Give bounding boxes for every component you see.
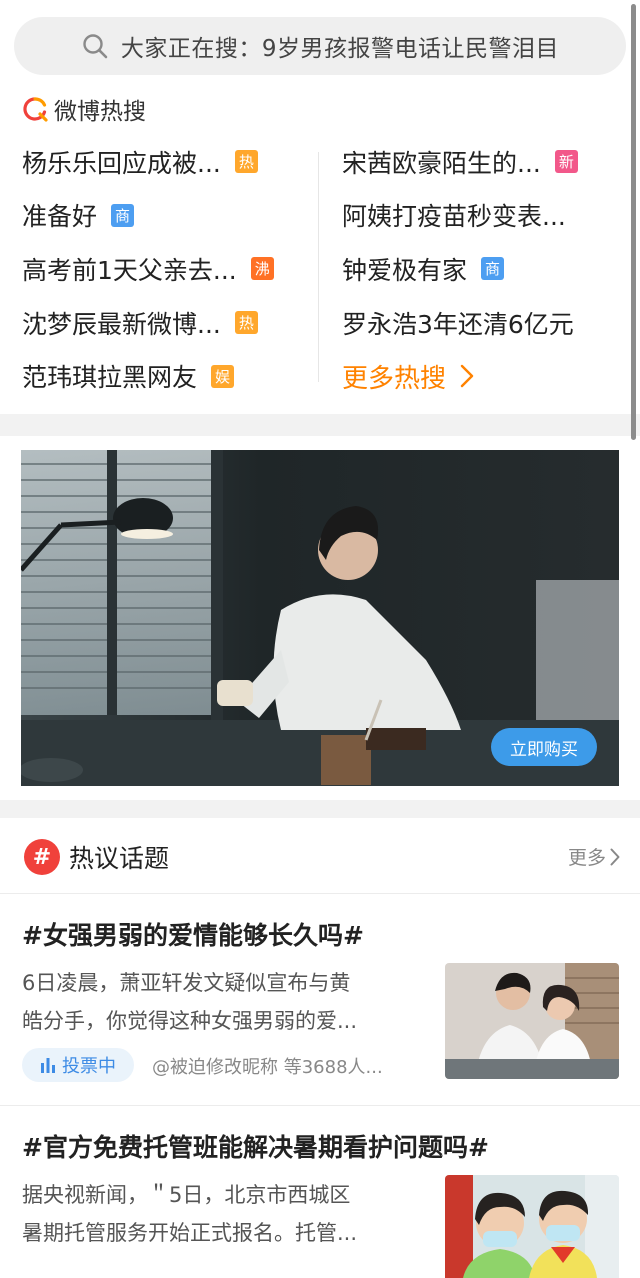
scrollbar[interactable] [631, 4, 636, 440]
boiling-badge: 沸 [250, 257, 274, 281]
hot-search-item-label: 范玮琪拉黑网友 [22, 363, 198, 393]
hot-search-item[interactable]: 宋茜欧豪陌生的... 新 [342, 135, 622, 189]
topic-participants: @被迫修改昵称 等3688人... [152, 1057, 383, 1078]
topic-thumbnail[interactable] [445, 1175, 619, 1278]
bar-chart-icon [41, 1058, 55, 1073]
vote-label: 投票中 [62, 1056, 116, 1077]
hashtag-icon: # [24, 839, 60, 875]
hot-search-item[interactable]: 杨乐乐回应成被... 热 [22, 135, 312, 189]
hot-search-item-label: 沈梦辰最新微博... [22, 309, 221, 339]
hot-search-right-column: 宋茜欧豪陌生的... 新 阿姨打疫苗秒变表... 钟爱极有家 商 罗永浩3年还清… [342, 135, 622, 403]
hot-topics-header: # 热议话题 更多 [0, 818, 640, 894]
topic-description: 6日凌晨，萧亚轩发文疑似宣布与黄 皓分手，你觉得这种女强男弱的爱... [22, 964, 417, 1040]
topic-thumbnail[interactable] [445, 963, 619, 1079]
hot-search-item[interactable]: 罗永浩3年还清6亿元 [342, 296, 622, 350]
hot-search-item[interactable]: 钟爱极有家 商 [342, 242, 622, 296]
topic-title[interactable]: #女强男弱的爱情能够长久吗# [22, 916, 364, 952]
hot-search-item[interactable]: 沈梦辰最新微博... 热 [22, 296, 312, 350]
column-divider [318, 152, 319, 382]
hot-search-item-label: 准备好 [22, 202, 98, 232]
hot-search-item-label: 宋茜欧豪陌生的... [342, 148, 541, 178]
topic-desc-line: 据央视新闻，＂5日，北京市西城区 [22, 1183, 351, 1207]
weibo-hot-search-icon [23, 97, 48, 122]
chevron-right-icon [610, 848, 620, 865]
hot-search-title: 微博热搜 [54, 99, 146, 125]
hot-badge: 热 [234, 150, 258, 174]
couple-photo [445, 963, 619, 1079]
topic-card[interactable]: #女强男弱的爱情能够长久吗# 6日凌晨，萧亚轩发文疑似宣布与黄 皓分手，你觉得这… [0, 894, 640, 1105]
section-divider [0, 800, 640, 818]
hot-search-item[interactable]: 准备好 商 [22, 189, 312, 243]
chevron-right-icon [460, 364, 474, 388]
hot-search-item[interactable]: 高考前1天父亲去... 沸 [22, 242, 312, 296]
section-divider [0, 414, 640, 436]
children-photo [445, 1175, 619, 1278]
voting-badge[interactable]: 投票中 [22, 1048, 134, 1082]
hot-search-item-label: 高考前1天父亲去... [22, 255, 237, 285]
topic-desc-line: 暑期托管服务开始正式报名。托管... [22, 1221, 358, 1245]
new-badge: 新 [554, 150, 578, 174]
buy-now-button[interactable]: 立即购买 [491, 728, 597, 766]
ad-banner[interactable]: 立即购买 [21, 450, 619, 786]
hot-search-header: 微博热搜 [22, 92, 146, 126]
search-icon [83, 34, 108, 59]
topic-title[interactable]: #官方免费托管班能解决暑期看护问题吗# [22, 1128, 489, 1164]
more-hot-search-label: 更多热搜 [342, 363, 447, 394]
search-placeholder: 大家正在搜：9岁男孩报警电话让民警泪目 [120, 36, 560, 62]
entertainment-badge: 娱 [211, 364, 235, 388]
commercial-badge: 商 [111, 203, 135, 227]
topics-more-label: 更多 [567, 847, 606, 869]
topic-desc-line: 6日凌晨，萧亚轩发文疑似宣布与黄 [22, 971, 351, 995]
topic-card[interactable]: #官方免费托管班能解决暑期看护问题吗# 据央视新闻，＂5日，北京市西城区 暑期托… [0, 1106, 640, 1278]
search-bar[interactable]: 大家正在搜：9岁男孩报警电话让民警泪目 [14, 17, 626, 75]
hot-search-item-label: 罗永浩3年还清6亿元 [342, 309, 574, 339]
hot-search-item[interactable]: 阿姨打疫苗秒变表... [342, 189, 622, 243]
hot-badge: 热 [234, 311, 258, 335]
more-hot-search-link[interactable]: 更多热搜 [342, 349, 622, 403]
commercial-badge: 商 [481, 257, 505, 281]
hot-search-item-label: 钟爱极有家 [342, 255, 468, 285]
hot-search-item-label: 杨乐乐回应成被... [22, 148, 221, 178]
topic-desc-line: 皓分手，你觉得这种女强男弱的爱... [22, 1009, 358, 1033]
hot-search-item-label: 阿姨打疫苗秒变表... [342, 202, 566, 232]
hot-topics-title: 热议话题 [69, 844, 170, 873]
topic-description: 据央视新闻，＂5日，北京市西城区 暑期托管服务开始正式报名。托管... [22, 1176, 417, 1252]
hot-search-item[interactable]: 范玮琪拉黑网友 娱 [22, 349, 312, 403]
hot-search-left-column: 杨乐乐回应成被... 热 准备好 商 高考前1天父亲去... 沸 沈梦辰最新微博… [22, 135, 312, 403]
topics-more-link[interactable]: 更多 [568, 843, 620, 870]
